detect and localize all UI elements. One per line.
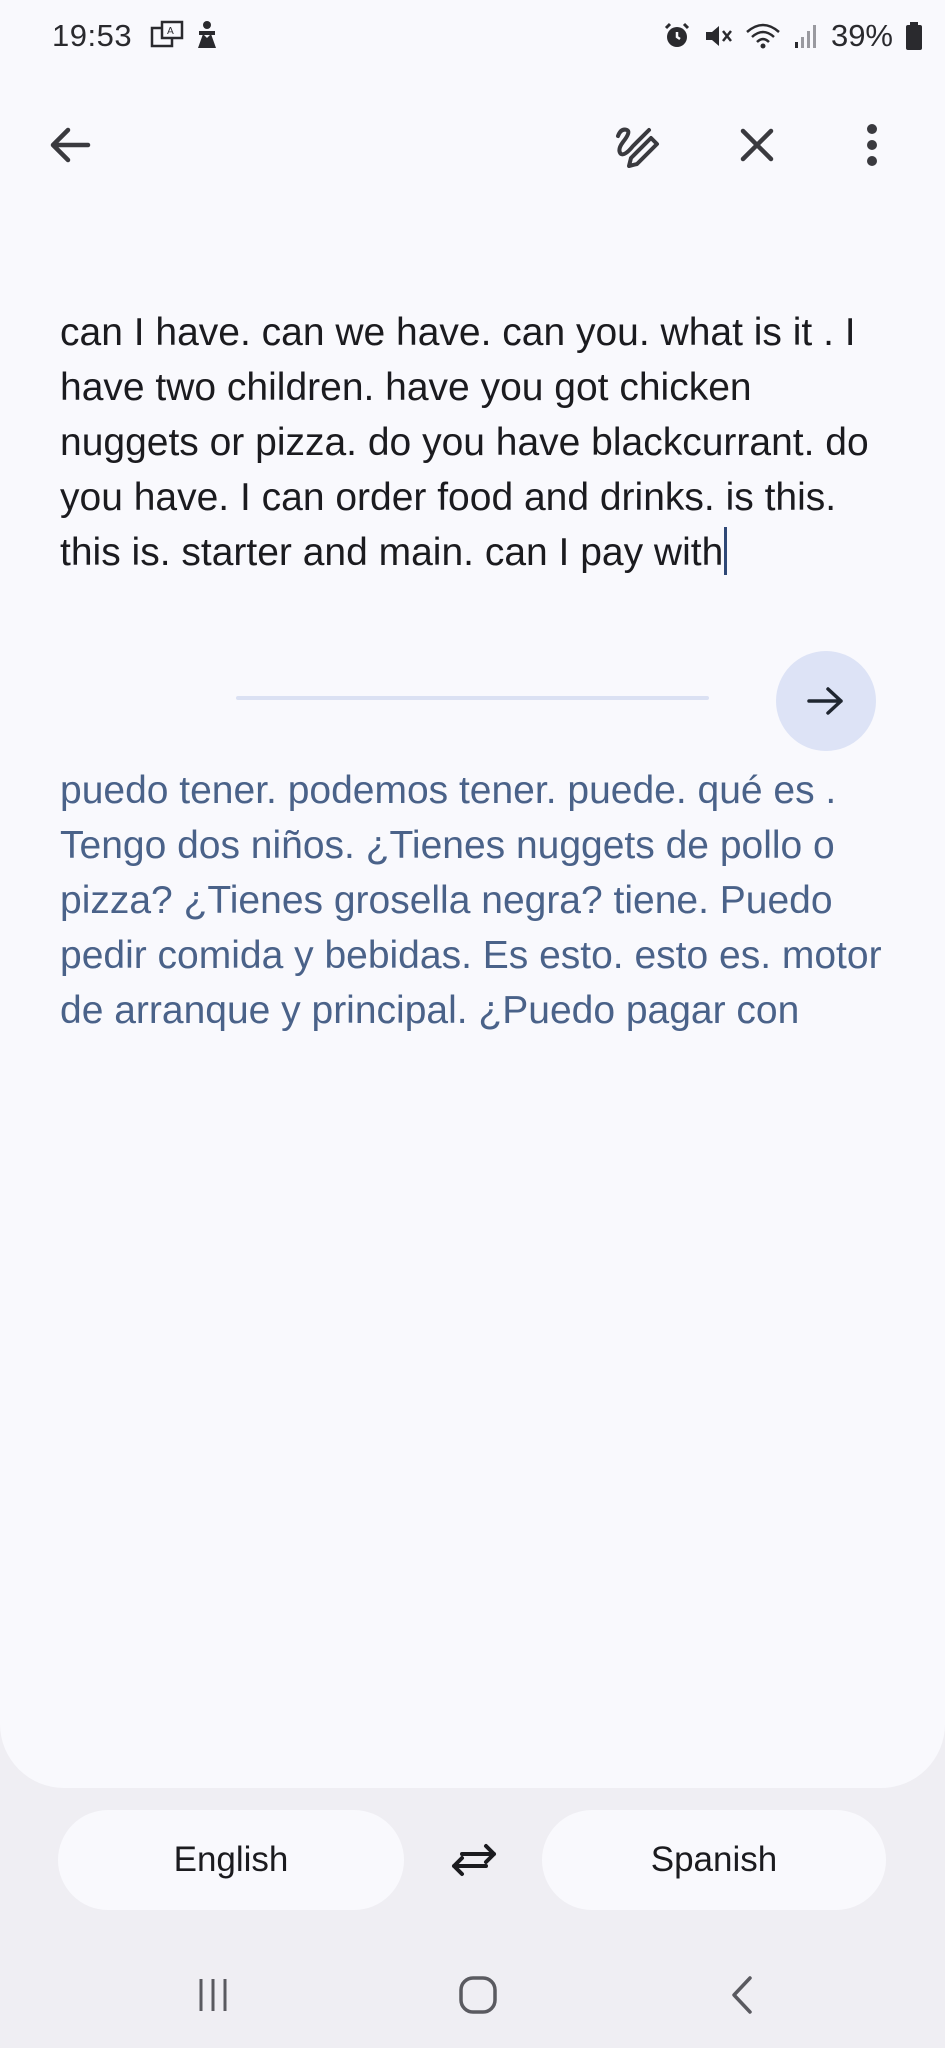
source-text-content: can I have. can we have. can you. what i… [60,311,869,574]
translated-text: puedo tener. podemos tener. puede. qué e… [60,769,882,1032]
battery-text: 39% [830,18,893,53]
close-icon [740,128,774,162]
accessibility-icon [198,21,216,48]
recents-button[interactable] [173,1962,253,2028]
battery-icon [906,22,922,50]
back-arrow-icon [50,127,91,163]
status-left-icons: A [150,20,220,50]
nav-back-button[interactable] [702,1962,782,2028]
back-icon [732,1976,752,2014]
source-text-input[interactable]: can I have. can we have. can you. what i… [60,305,870,580]
wifi-icon [746,23,780,49]
translate-notification-icon: A [150,20,184,48]
status-bar: 19:53 A 39% [0,0,945,72]
swap-languages-button[interactable] [436,1822,512,1898]
target-language-button[interactable]: Spanish [542,1810,886,1910]
svg-text:A: A [167,26,174,37]
text-cursor [724,527,728,575]
close-button[interactable] [717,105,797,185]
home-icon [459,1976,497,2014]
system-nav-bar [0,1940,945,2048]
more-options-button[interactable] [832,105,912,185]
back-button[interactable] [30,105,110,185]
more-vert-icon [867,124,877,166]
home-button[interactable] [438,1962,518,2028]
target-language-label: Spanish [650,1840,778,1879]
translate-go-button[interactable] [776,651,876,751]
recents-icon [199,1979,227,2011]
source-language-label: English [173,1840,289,1879]
status-right: 39% [663,18,923,54]
handwriting-button[interactable] [598,105,678,185]
source-language-button[interactable]: English [58,1810,404,1910]
mute-icon [705,26,732,46]
arrow-forward-icon [807,687,843,715]
signal-icon [794,25,816,48]
swap-icon [452,1844,496,1876]
divider-line [236,696,709,700]
handwriting-icon [616,127,659,168]
status-time: 19:53 [52,18,133,53]
alarm-icon [664,22,690,47]
